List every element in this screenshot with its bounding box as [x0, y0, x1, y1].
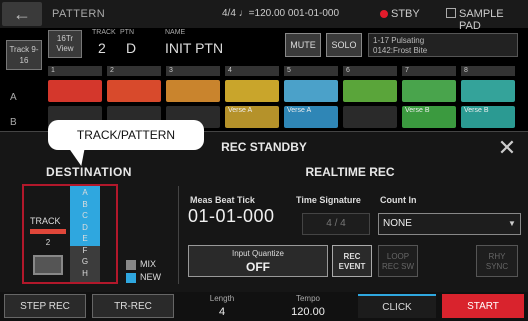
- pattern-cell-a[interactable]: [461, 80, 515, 102]
- tone-line-2: 0142:Frost Bite: [373, 46, 428, 55]
- track-icon: [33, 255, 63, 275]
- rhy-sync-button[interactable]: RHY SYNC: [476, 245, 518, 277]
- meas-beat-tick-label: Meas Beat Tick: [190, 195, 255, 205]
- sample-pad-icon: [446, 8, 456, 18]
- click-button[interactable]: CLICK: [358, 294, 436, 318]
- track-number: 2: [107, 66, 161, 76]
- start-button[interactable]: START: [442, 294, 524, 318]
- pattern-letter: D: [82, 222, 88, 232]
- tr-rec-button[interactable]: TR-REC: [92, 294, 174, 318]
- track-column: 6: [341, 66, 401, 130]
- pattern-cell-a[interactable]: [402, 80, 456, 102]
- count-in-label: Count In: [380, 195, 417, 205]
- tempo-label: Tempo: [295, 294, 320, 303]
- length-value[interactable]: 4: [182, 306, 262, 318]
- tempo-position-status: 4/4 ♩=120.00 001-01-000: [222, 8, 340, 19]
- tempo-value[interactable]: 120.00: [268, 306, 348, 318]
- solo-button[interactable]: SOLO: [326, 33, 362, 57]
- pattern-letter: A: [82, 188, 88, 197]
- track-number: 7: [402, 66, 456, 76]
- track-value: 2: [98, 40, 106, 56]
- pattern-cell-b[interactable]: [343, 106, 397, 128]
- rec-event-button[interactable]: REC EVENT: [332, 245, 372, 277]
- callout-text: TRACK/PATTERN: [76, 128, 176, 142]
- pattern-name: INIT PTN: [165, 40, 224, 56]
- chevron-down-icon: ▼: [508, 219, 516, 228]
- track-number: 8: [461, 66, 515, 76]
- pattern-letter: F: [82, 245, 88, 255]
- track-number: 5: [284, 66, 338, 76]
- pattern-cell-a[interactable]: [225, 80, 279, 102]
- track-column: 5 Verse A: [282, 66, 342, 130]
- pattern-letter: G: [81, 257, 89, 266]
- pattern-cell-b[interactable]: Verse A: [284, 106, 338, 128]
- step-rec-button[interactable]: STEP REC: [4, 294, 86, 318]
- mute-button[interactable]: MUTE: [285, 33, 321, 57]
- name-label: NAME: [165, 29, 186, 36]
- back-arrow-icon[interactable]: ←: [2, 2, 42, 26]
- pattern-cell-a[interactable]: [284, 80, 338, 102]
- destination-label: DESTINATION: [46, 165, 132, 179]
- destination-track-bar: [30, 229, 66, 234]
- loop-rec-sw-button[interactable]: LOOP REC SW: [378, 245, 418, 277]
- sample-pad-label[interactable]: SAMPLE PAD: [459, 8, 528, 32]
- pattern-cell-b[interactable]: Verse B: [402, 106, 456, 128]
- tone-info[interactable]: 1-17 Pulsating 0142:Frost Bite: [368, 33, 518, 57]
- pattern-cell-a[interactable]: [166, 80, 220, 102]
- standby-label: STBY: [391, 8, 420, 20]
- length-label: Length: [209, 294, 235, 303]
- destination-track-label: TRACK: [30, 216, 61, 226]
- track-9-16-button[interactable]: Track 9-16: [6, 40, 42, 70]
- ptn-value: D: [126, 40, 137, 56]
- pattern-cell-a[interactable]: [107, 80, 161, 102]
- row-label-a: A: [10, 92, 17, 103]
- pattern-cell-b[interactable]: Verse A: [225, 106, 279, 128]
- 16tr-view-button[interactable]: 16Tr View: [48, 30, 82, 58]
- time-signature-field[interactable]: 4 / 4: [302, 213, 370, 235]
- track-label: TRACK: [92, 29, 116, 36]
- pattern-cell-b[interactable]: Verse B: [461, 106, 515, 128]
- section-divider: [178, 186, 179, 284]
- track-column: 7 Verse B: [400, 66, 460, 130]
- pattern-cell-a[interactable]: [343, 80, 397, 102]
- new-swatch: [126, 273, 136, 283]
- time-signature-label: Time Signature: [296, 195, 361, 205]
- mix-legend: MIX: [140, 259, 157, 269]
- pattern-letter: B: [82, 199, 88, 209]
- standby-indicator-icon: [380, 10, 388, 18]
- input-quantize-label: Input Quantize: [231, 249, 285, 258]
- screen-title: PATTERN: [52, 8, 106, 20]
- rec-start-position[interactable]: 01-01-000: [188, 206, 275, 227]
- mix-swatch: [126, 260, 136, 270]
- pattern-letter: E: [82, 234, 88, 243]
- realtime-rec-title: REALTIME REC: [305, 165, 395, 179]
- track-number: 4: [225, 66, 279, 76]
- destination-track-number: 2: [45, 238, 51, 247]
- track-column: 4 Verse A: [223, 66, 283, 130]
- ptn-label: PTN: [120, 29, 134, 36]
- row-label-b: B: [10, 117, 17, 128]
- pattern-cell-a[interactable]: [48, 80, 102, 102]
- track-number: 3: [166, 66, 220, 76]
- count-in-select[interactable]: NONE: [378, 213, 521, 235]
- track-number: 1: [48, 66, 102, 76]
- pattern-letter: C: [82, 211, 88, 220]
- track-column: 8 Verse B: [459, 66, 519, 130]
- close-icon[interactable]: ✕: [496, 137, 518, 160]
- new-legend: NEW: [140, 272, 161, 282]
- input-quantize-value: OFF: [246, 260, 270, 274]
- tone-line-1: 1-17 Pulsating: [373, 36, 425, 45]
- track-number: 6: [343, 66, 397, 76]
- pattern-letter: H: [82, 268, 88, 278]
